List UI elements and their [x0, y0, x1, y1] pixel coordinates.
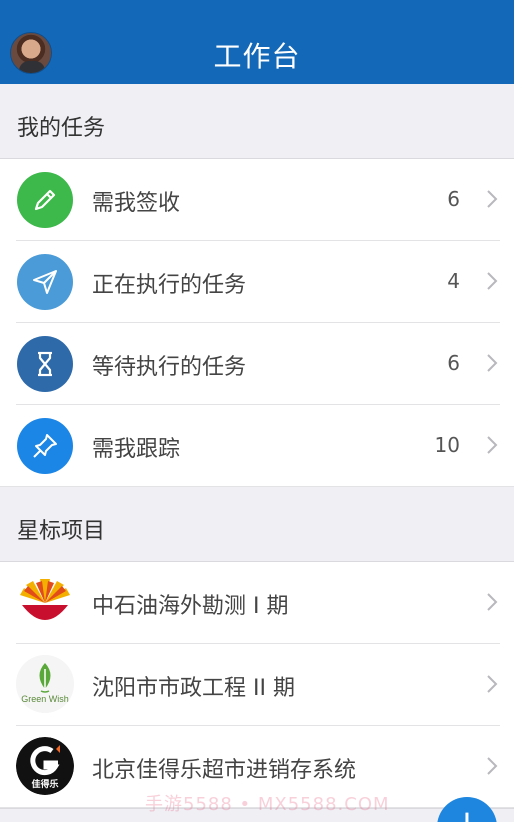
- watermark: 手游5588 • MX5588.COM: [145, 794, 390, 815]
- chevron-right-icon: [487, 354, 498, 372]
- project-label: 北京佳得乐超市进销存系统: [92, 758, 357, 783]
- chevron-right-icon: [487, 593, 498, 611]
- chevron-right-icon: [487, 675, 498, 693]
- project-row[interactable]: 中石油海外勘测 I 期: [0, 562, 514, 644]
- starred-projects-heading: 星标项目: [17, 519, 106, 544]
- task-row-to-sign[interactable]: 需我签收 6: [0, 159, 514, 241]
- chevron-right-icon: [487, 436, 498, 454]
- project-label: 中石油海外勘测 I 期: [92, 594, 289, 619]
- chevron-right-icon: [487, 272, 498, 290]
- task-row-in-progress[interactable]: 正在执行的任务 4: [0, 241, 514, 323]
- cnpc-logo-icon: [16, 573, 74, 631]
- my-tasks-header: 我的任务: [0, 84, 514, 159]
- task-label: 等待执行的任务: [92, 355, 247, 380]
- page-title: 工作台: [213, 40, 301, 73]
- pencil-icon: [17, 172, 73, 228]
- hourglass-icon: [17, 336, 73, 392]
- starred-projects-list: 中石油海外勘测 I 期 Green Wish 沈阳市市政工程 II 期 佳得乐 …: [0, 562, 514, 808]
- gatorade-logo-icon: 佳得乐: [16, 737, 74, 795]
- paper-plane-icon: [17, 254, 73, 310]
- task-count: 6: [447, 187, 460, 211]
- task-row-waiting[interactable]: 等待执行的任务 6: [0, 323, 514, 405]
- chevron-right-icon: [487, 757, 498, 775]
- task-label: 需我签收: [92, 191, 181, 216]
- task-count: 6: [447, 351, 460, 375]
- project-row[interactable]: Green Wish 沈阳市市政工程 II 期: [0, 644, 514, 726]
- starred-projects-header: 星标项目: [0, 487, 514, 562]
- task-label: 需我跟踪: [92, 437, 181, 462]
- gatorade-logo-text: 佳得乐: [31, 778, 58, 790]
- task-row-tracking[interactable]: 需我跟踪 10: [0, 405, 514, 487]
- green-wish-logo-text: Green Wish: [21, 694, 69, 704]
- green-wish-logo-icon: Green Wish: [16, 655, 74, 713]
- my-tasks-heading: 我的任务: [17, 116, 106, 141]
- app-header: 工作台: [0, 0, 514, 84]
- pin-icon: [17, 418, 73, 474]
- chevron-right-icon: [487, 190, 498, 208]
- task-label: 正在执行的任务: [92, 273, 247, 298]
- my-tasks-list: 需我签收 6 正在执行的任务 4 等待执行的任务 6 需我跟踪 10: [0, 159, 514, 487]
- task-count: 4: [447, 269, 460, 293]
- task-count: 10: [434, 433, 460, 457]
- project-label: 沈阳市市政工程 II 期: [92, 676, 295, 701]
